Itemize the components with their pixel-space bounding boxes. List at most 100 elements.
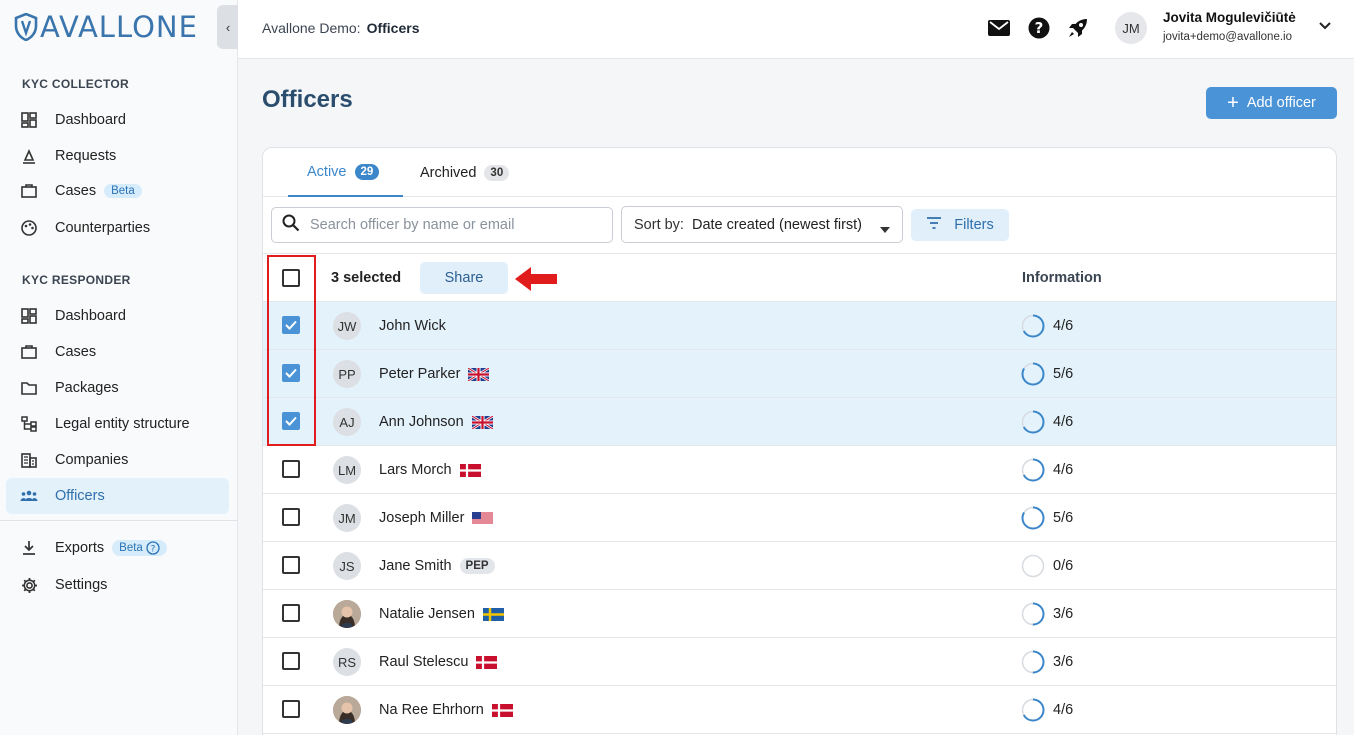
sidebar-item-label: Cases xyxy=(55,183,97,199)
beta-badge: Beta xyxy=(104,184,142,198)
sidebar-item-collector-dashboard[interactable]: Dashboard xyxy=(6,102,229,138)
sidebar-item-exports[interactable]: Exports Beta? xyxy=(6,530,229,566)
sidebar-item-settings[interactable]: Settings xyxy=(6,567,229,603)
officer-name-cell[interactable]: Lars Morch xyxy=(379,462,481,478)
sidebar-item-legal-entity-structure[interactable]: Legal entity structure xyxy=(6,406,229,442)
section-title-kyc-responder: KYC RESPONDER xyxy=(22,273,131,287)
officer-name-cell[interactable]: Na Ree Ehrhorn xyxy=(379,702,513,718)
progress-ring-icon xyxy=(1021,314,1045,338)
progress-value: 5/6 xyxy=(1053,366,1074,382)
sidebar-item-officers[interactable]: Officers xyxy=(6,478,229,514)
sidebar-item-requests[interactable]: Requests xyxy=(6,138,229,174)
table-header: 3 selected Share Information xyxy=(263,254,1336,302)
svg-text:?: ? xyxy=(1035,19,1044,37)
sidebar-item-companies[interactable]: Companies xyxy=(6,442,229,478)
officer-name-cell[interactable]: Ann Johnson xyxy=(379,414,493,430)
gear-icon xyxy=(20,576,38,594)
help-icon[interactable]: ? xyxy=(1027,16,1051,40)
officer-name-cell[interactable]: Peter Parker xyxy=(379,366,490,382)
sidebar-item-label: Dashboard xyxy=(55,112,126,128)
information-progress: 3/6 xyxy=(1021,602,1073,626)
row-checkbox[interactable] xyxy=(282,652,300,670)
tab-archived[interactable]: Archived 30 xyxy=(420,148,510,197)
information-progress: 5/6 xyxy=(1021,506,1073,530)
mail-icon[interactable] xyxy=(987,16,1011,40)
table-row[interactable]: PP Peter Parker 5/6 xyxy=(263,350,1336,398)
sidebar-item-counterparties[interactable]: Counterparties xyxy=(6,210,229,246)
person-photo-icon xyxy=(333,696,361,724)
progress-value: 0/6 xyxy=(1053,558,1074,574)
information-progress: 4/6 xyxy=(1021,314,1073,338)
dashboard-icon xyxy=(20,111,38,129)
avatar: RS xyxy=(333,648,361,676)
filters-button[interactable]: Filters xyxy=(911,209,1009,241)
progress-ring-icon xyxy=(1021,410,1045,434)
user-avatar[interactable]: JM xyxy=(1115,12,1147,44)
hierarchy-icon xyxy=(20,415,38,433)
sidebar-item-label: Counterparties xyxy=(55,220,151,236)
row-checkbox[interactable] xyxy=(282,460,300,478)
row-checkbox[interactable] xyxy=(282,700,300,718)
filters-label: Filters xyxy=(954,217,994,233)
breadcrumb-org[interactable]: Avallone Demo: xyxy=(262,20,361,36)
uk-flag-icon xyxy=(468,367,490,381)
officer-name: Natalie Jensen xyxy=(379,606,475,622)
tab-active[interactable]: Active 29 xyxy=(288,148,403,197)
avallone-logo[interactable]: AVALLONE xyxy=(14,10,198,44)
sidebar-item-collector-cases[interactable]: Cases Beta xyxy=(6,173,229,209)
user-name: Jovita Mogulevičiūtė xyxy=(1163,10,1296,25)
progress-ring-icon xyxy=(1021,650,1045,674)
officer-name: Joseph Miller xyxy=(379,510,465,526)
officer-name: Na Ree Ehrhorn xyxy=(379,702,484,718)
avatar: JW xyxy=(333,312,361,340)
annotation-arrow-icon xyxy=(515,267,557,291)
information-progress: 4/6 xyxy=(1021,410,1073,434)
sidebar-item-responder-dashboard[interactable]: Dashboard xyxy=(6,298,229,334)
table-row[interactable]: Na Ree Ehrhorn 4/6 xyxy=(263,686,1336,734)
sidebar-item-label: Officers xyxy=(55,488,105,504)
folder-icon xyxy=(20,379,38,397)
sidebar-item-label: Cases xyxy=(55,344,97,360)
search-input[interactable] xyxy=(310,217,590,233)
table-row[interactable]: JW John Wick 4/6 xyxy=(263,302,1336,350)
table-row[interactable]: LM Lars Morch 4/6 xyxy=(263,446,1336,494)
officer-name-cell[interactable]: John Wick xyxy=(379,318,446,334)
progress-ring-icon xyxy=(1021,458,1045,482)
table-row[interactable]: Natalie Jensen 3/6 xyxy=(263,590,1336,638)
tabs: Active 29 Archived 30 xyxy=(263,148,1336,197)
table-row[interactable]: JM Joseph Miller 5/6 xyxy=(263,494,1336,542)
table-row[interactable]: JS Jane Smith PEP 0/6 xyxy=(263,542,1336,590)
sidebar-item-responder-cases[interactable]: Cases xyxy=(6,334,229,370)
sidebar-item-label: Legal entity structure xyxy=(55,416,190,432)
sidebar-item-label: Settings xyxy=(55,577,108,593)
table-row[interactable]: RS Raul Stelescu 3/6 xyxy=(263,638,1336,686)
officer-name-cell[interactable]: Jane Smith PEP xyxy=(379,558,495,574)
rocket-icon[interactable] xyxy=(1066,16,1090,40)
row-checkbox[interactable] xyxy=(282,604,300,622)
sidebar-item-packages[interactable]: Packages xyxy=(6,370,229,406)
download-icon xyxy=(20,539,38,557)
progress-value: 4/6 xyxy=(1053,318,1074,334)
row-checkbox[interactable] xyxy=(282,508,300,526)
officer-name: Jane Smith xyxy=(379,558,452,574)
sort-select[interactable]: Sort by: Date created (newest first) xyxy=(621,206,903,243)
progress-value: 3/6 xyxy=(1053,654,1074,670)
chevron-down-icon[interactable] xyxy=(1318,18,1332,36)
add-officer-button[interactable]: + Add officer xyxy=(1206,87,1337,119)
officer-name-cell[interactable]: Natalie Jensen xyxy=(379,606,504,622)
svg-text:?: ? xyxy=(150,545,155,555)
officer-name-cell[interactable]: Raul Stelescu xyxy=(379,654,498,670)
row-checkbox[interactable] xyxy=(282,556,300,574)
sidebar-item-label: Exports xyxy=(55,540,105,556)
add-officer-label: Add officer xyxy=(1246,95,1316,111)
filter-icon xyxy=(926,217,942,233)
collapse-sidebar-button[interactable]: ‹ xyxy=(217,5,239,49)
selected-count: 3 selected xyxy=(331,270,402,286)
officer-name-cell[interactable]: Joseph Miller xyxy=(379,510,494,526)
information-progress: 4/6 xyxy=(1021,458,1073,482)
progress-value: 4/6 xyxy=(1053,414,1074,430)
briefcase-icon xyxy=(20,182,38,200)
sidebar-item-label: Requests xyxy=(55,148,117,164)
table-row[interactable]: AJ Ann Johnson 4/6 xyxy=(263,398,1336,446)
share-button[interactable]: Share xyxy=(420,262,508,294)
